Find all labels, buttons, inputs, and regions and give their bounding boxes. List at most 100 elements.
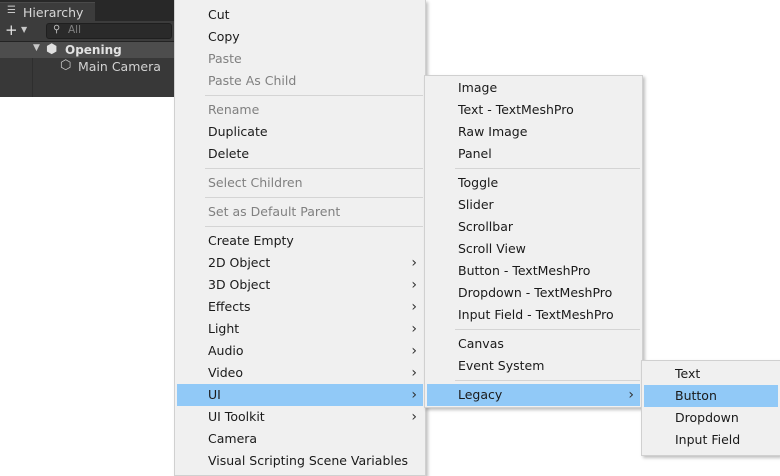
menu-item-label: Paste <box>208 51 242 66</box>
ui-submenu: Image Text - TextMeshPro Raw Image Panel… <box>424 75 643 408</box>
menu-item-create-empty[interactable]: Create Empty <box>177 230 423 252</box>
menu-item-label: Toggle <box>458 175 499 190</box>
menu-separator <box>455 329 640 330</box>
menu-item-label: Effects <box>208 299 251 314</box>
chevron-right-icon: › <box>411 343 417 359</box>
menu-separator <box>455 380 640 381</box>
menu-item-label: Set as Default Parent <box>208 204 341 219</box>
menu-item-video[interactable]: Video › <box>177 362 423 384</box>
menu-item-scroll-view[interactable]: Scroll View <box>427 238 640 260</box>
menu-item-label: Scrollbar <box>458 219 513 234</box>
menu-item-label: Light <box>208 321 240 336</box>
menu-item-raw-image[interactable]: Raw Image <box>427 121 640 143</box>
add-icon[interactable]: + <box>5 22 18 38</box>
menu-item-label: Button <box>675 388 717 403</box>
menu-item-copy[interactable]: Copy <box>177 26 423 48</box>
menu-item-label: Visual Scripting Scene Variables <box>208 453 409 468</box>
chevron-right-icon: › <box>411 387 417 403</box>
menu-separator <box>205 168 423 169</box>
menu-item-label: Rename <box>208 102 260 117</box>
chevron-right-icon: › <box>411 321 417 337</box>
menu-item-panel[interactable]: Panel <box>427 143 640 165</box>
menu-item-label: Video <box>208 365 244 380</box>
menu-item-label: UI Toolkit <box>208 409 265 424</box>
menu-item-light[interactable]: Light › <box>177 318 423 340</box>
menu-item-text[interactable]: Text <box>644 363 778 385</box>
menu-item-canvas[interactable]: Canvas <box>427 333 640 355</box>
menu-item-label: Panel <box>458 146 492 161</box>
menu-item-scrollbar[interactable]: Scrollbar <box>427 216 640 238</box>
scene-name: Opening <box>65 43 122 57</box>
menu-item-label: Input Field <box>675 432 741 447</box>
menu-item-legacy[interactable]: Legacy › <box>427 384 640 406</box>
menu-item-label: Event System <box>458 358 545 373</box>
menu-item-event-system[interactable]: Event System <box>427 355 640 377</box>
menu-item-select-children: Select Children <box>177 172 423 194</box>
chevron-right-icon: › <box>628 387 634 403</box>
menu-item-delete[interactable]: Delete <box>177 143 423 165</box>
menu-item-input-field-textmeshpro[interactable]: Input Field - TextMeshPro <box>427 304 640 326</box>
menu-item-label: 2D Object <box>208 255 271 270</box>
menu-item-button[interactable]: Button <box>644 385 778 407</box>
menu-item-effects[interactable]: Effects › <box>177 296 423 318</box>
menu-item-dropdown[interactable]: Dropdown <box>644 407 778 429</box>
menu-item-3d-object[interactable]: 3D Object › <box>177 274 423 296</box>
menu-separator <box>205 197 423 198</box>
chevron-right-icon: › <box>411 255 417 271</box>
menu-item-paste: Paste <box>177 48 423 70</box>
chevron-down-icon[interactable]: ▼ <box>21 25 27 34</box>
menu-item-ui[interactable]: UI › <box>177 384 423 406</box>
menu-item-ui-toolkit[interactable]: UI Toolkit › <box>177 406 423 428</box>
search-placeholder: All <box>68 24 82 36</box>
menu-separator <box>455 168 640 169</box>
menu-item-camera[interactable]: Camera <box>177 428 423 450</box>
menu-item-label: Raw Image <box>458 124 528 139</box>
menu-item-label: Button - TextMeshPro <box>458 263 591 278</box>
hierarchy-toolbar: + ▼ ⚲ All <box>0 21 174 42</box>
menu-item-label: Text <box>675 366 701 381</box>
menu-item-label: Cut <box>208 7 230 22</box>
tab-hierarchy[interactable]: ☰ Hierarchy <box>0 2 95 21</box>
menu-item-label: 3D Object <box>208 277 271 292</box>
menu-item-image[interactable]: Image <box>427 77 640 99</box>
menu-item-visual-scripting-scene-variables[interactable]: Visual Scripting Scene Variables <box>177 450 423 472</box>
hierarchy-list-icon: ☰ <box>7 5 16 16</box>
menu-item-audio[interactable]: Audio › <box>177 340 423 362</box>
menu-item-label: Paste As Child <box>208 73 297 88</box>
menu-item-rename: Rename <box>177 99 423 121</box>
menu-item-label: Copy <box>208 29 240 44</box>
menu-item-label: Select Children <box>208 175 303 190</box>
menu-item-label: UI <box>208 387 221 402</box>
menu-item-text-textmeshpro[interactable]: Text - TextMeshPro <box>427 99 640 121</box>
menu-item-label: Scroll View <box>458 241 526 256</box>
menu-item-label: Text - TextMeshPro <box>458 102 574 117</box>
search-icon: ⚲ <box>53 24 61 35</box>
chevron-right-icon: › <box>411 299 417 315</box>
menu-item-toggle[interactable]: Toggle <box>427 172 640 194</box>
menu-item-duplicate[interactable]: Duplicate <box>177 121 423 143</box>
menu-item-label: Input Field - TextMeshPro <box>458 307 614 322</box>
menu-item-label: Legacy <box>458 387 503 402</box>
search-input[interactable]: ⚲ All <box>46 23 172 39</box>
menu-item-button-textmeshpro[interactable]: Button - TextMeshPro <box>427 260 640 282</box>
menu-separator <box>205 226 423 227</box>
menu-item-set-default-parent: Set as Default Parent <box>177 201 423 223</box>
tab-bar: ☰ Hierarchy <box>0 0 174 21</box>
hierarchy-item-label: Main Camera <box>78 59 161 74</box>
menu-item-label: Canvas <box>458 336 504 351</box>
menu-item-input-field[interactable]: Input Field <box>644 429 778 451</box>
menu-item-slider[interactable]: Slider <box>427 194 640 216</box>
menu-item-cut[interactable]: Cut <box>177 4 423 26</box>
menu-item-2d-object[interactable]: 2D Object › <box>177 252 423 274</box>
menu-item-label: Duplicate <box>208 124 268 139</box>
tab-hierarchy-label: Hierarchy <box>23 5 84 20</box>
menu-item-label: Delete <box>208 146 250 161</box>
menu-item-label: Camera <box>208 431 258 446</box>
menu-item-dropdown-textmeshpro[interactable]: Dropdown - TextMeshPro <box>427 282 640 304</box>
gameobject-cube-icon: ⬡ <box>60 58 72 73</box>
hierarchy-item-main-camera[interactable]: ⬡ Main Camera <box>0 58 174 74</box>
menu-item-label: Create Empty <box>208 233 294 248</box>
scene-row[interactable]: ▼ ⬢ Opening <box>0 42 174 58</box>
chevron-right-icon: › <box>411 365 417 381</box>
expand-triangle-icon[interactable]: ▼ <box>33 43 40 53</box>
